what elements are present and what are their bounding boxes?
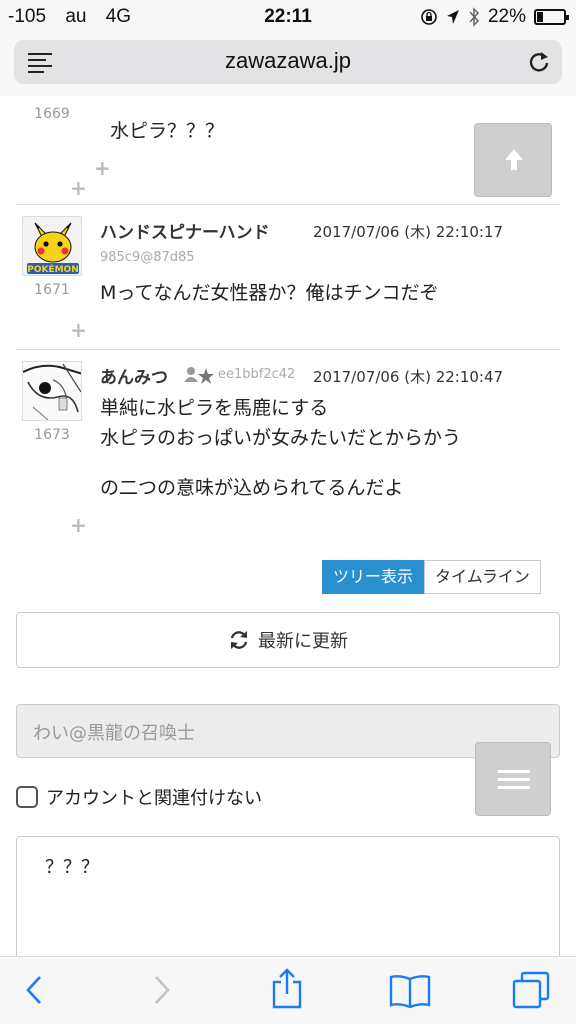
post-line: 水ピラのおっぱいが女みたいだとからかう [100,427,462,449]
rotation-lock-icon [421,9,437,25]
reply-plus-icon[interactable]: + [94,156,111,180]
refresh-button[interactable]: 最新に更新 [16,612,560,668]
tab-tree-view[interactable]: ツリー表示 [322,560,425,594]
avatar: POKÉMON [22,216,82,276]
post-1671: POKÉMON 1671 ハンドスピナーハンド 2017/07/06 (木) 2… [16,204,560,349]
post-number: 1671 [34,282,70,298]
address-bar[interactable]: zawazawa.jp [14,40,562,84]
bookmarks-icon[interactable] [388,973,432,1009]
poster-id: 985c9@87d85 [100,250,195,265]
back-icon[interactable] [22,973,46,1007]
browser-toolbar: zawazawa.jp [0,36,576,96]
checkbox-label: アカウントと関連付けない [46,788,262,809]
post-number: 1673 [34,427,70,443]
floating-menu-button[interactable] [475,742,551,816]
reply-plus-icon[interactable]: + [70,513,87,537]
poster-name: ハンドスピナーハンド [100,223,270,243]
svg-text:POKÉMON: POKÉMON [27,263,79,275]
post-date: 2017/07/06 (木) 22:10:17 [313,223,504,241]
poster-id: ee1bbf2c42 [218,367,296,382]
avatar [22,361,82,421]
reload-icon[interactable] [528,50,550,74]
forward-icon[interactable] [150,973,174,1007]
view-mode-tabs: ツリー表示 タイムライン [322,560,541,594]
location-icon [446,10,459,24]
tabs-icon[interactable] [512,971,552,1011]
bluetooth-icon [469,7,479,27]
no-account-link-option[interactable]: アカウントと関連付けない [16,784,262,810]
post-1673: 1673 あんみつ ee1bbf2c42 2017/07/06 (木) 22:1… [16,349,560,549]
battery-percent: 22% [487,6,526,27]
post-text: Mってなんだ女性器か？俺はチンコだぞ [100,282,439,304]
pikachu-avatar-icon: POKÉMON [23,217,81,275]
user-star-icon [184,367,214,384]
thread-content: 1669 水ピラ？？？ + + POKÉMON 1671 ハンドスピナーハンド … [0,96,576,956]
share-icon[interactable] [270,967,304,1009]
arrow-up-icon [505,149,523,170]
manga-avatar-icon [23,362,81,420]
no-account-link-checkbox[interactable] [16,786,38,808]
post-line: の二つの意味が込められてるんだよ [100,477,404,499]
tab-timeline[interactable]: タイムライン [424,560,541,594]
url-domain[interactable]: zawazawa.jp [14,48,562,74]
status-bar: -105 au 4G 22:11 22% [0,0,576,36]
post-date: 2017/07/06 (木) 22:10:47 [313,368,504,386]
post-number: 1669 [34,106,70,122]
safari-bottom-toolbar [0,956,576,1024]
reply-plus-icon[interactable]: + [70,318,87,342]
battery-icon [534,9,569,25]
refresh-label: 最新に更新 [258,631,348,652]
status-right: 22% [420,6,569,28]
refresh-icon [230,631,248,649]
poster-name: あんみつ [100,368,168,388]
comment-textarea[interactable]: ？？？ [16,836,560,956]
hamburger-icon [498,770,530,773]
scroll-to-top-button[interactable] [474,123,552,197]
reply-plus-icon[interactable]: + [70,176,87,200]
post-text: 水ピラ？？？ [110,120,225,142]
post-line: 単純に水ピラを馬鹿にする [100,397,329,419]
